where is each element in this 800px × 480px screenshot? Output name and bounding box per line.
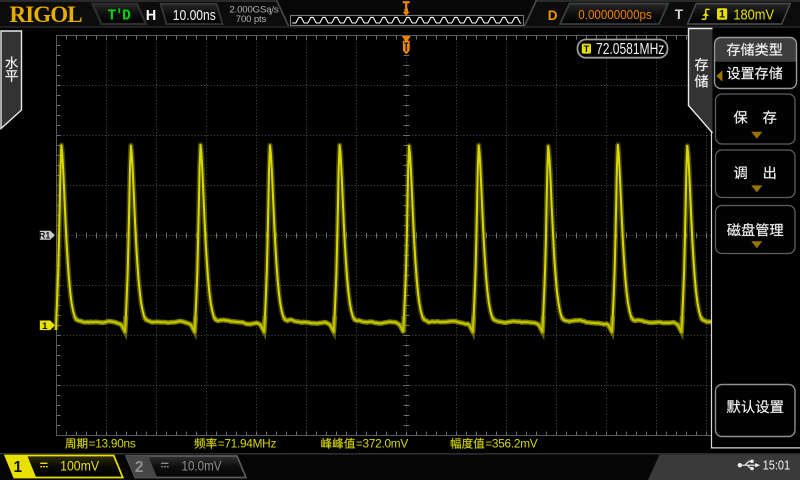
svg-text:100mV: 100mV [60, 459, 99, 475]
svg-text:180mV: 180mV [733, 7, 774, 23]
svg-text:2: 2 [135, 459, 144, 476]
svg-text:1: 1 [42, 321, 48, 332]
svg-text:0.00000000ps: 0.00000000ps [578, 8, 652, 22]
svg-text:=372.0mV: =372.0mV [356, 436, 408, 450]
svg-text:*: * [269, 11, 272, 20]
svg-text:RIGOL: RIGOL [10, 2, 83, 27]
svg-text:R1: R1 [39, 230, 50, 240]
svg-text:10.00ns: 10.00ns [173, 7, 216, 24]
svg-text:1: 1 [13, 459, 22, 476]
svg-text:1: 1 [719, 9, 725, 21]
svg-text:T'D: T'D [108, 8, 132, 24]
svg-text:=71.94MHz: =71.94MHz [218, 436, 277, 450]
svg-text:15:01: 15:01 [763, 457, 791, 472]
svg-text:72.0581MHz: 72.0581MHz [596, 41, 664, 58]
svg-text:T: T [583, 44, 589, 55]
svg-text:D: D [548, 8, 558, 23]
svg-text:700 pts: 700 pts [236, 14, 267, 25]
svg-text:T: T [675, 7, 684, 22]
svg-text:=356.2mV: =356.2mV [485, 436, 537, 450]
svg-text:10.0mV: 10.0mV [182, 459, 222, 475]
svg-text:H: H [146, 8, 156, 24]
svg-text:=13.90ns: =13.90ns [89, 436, 136, 450]
